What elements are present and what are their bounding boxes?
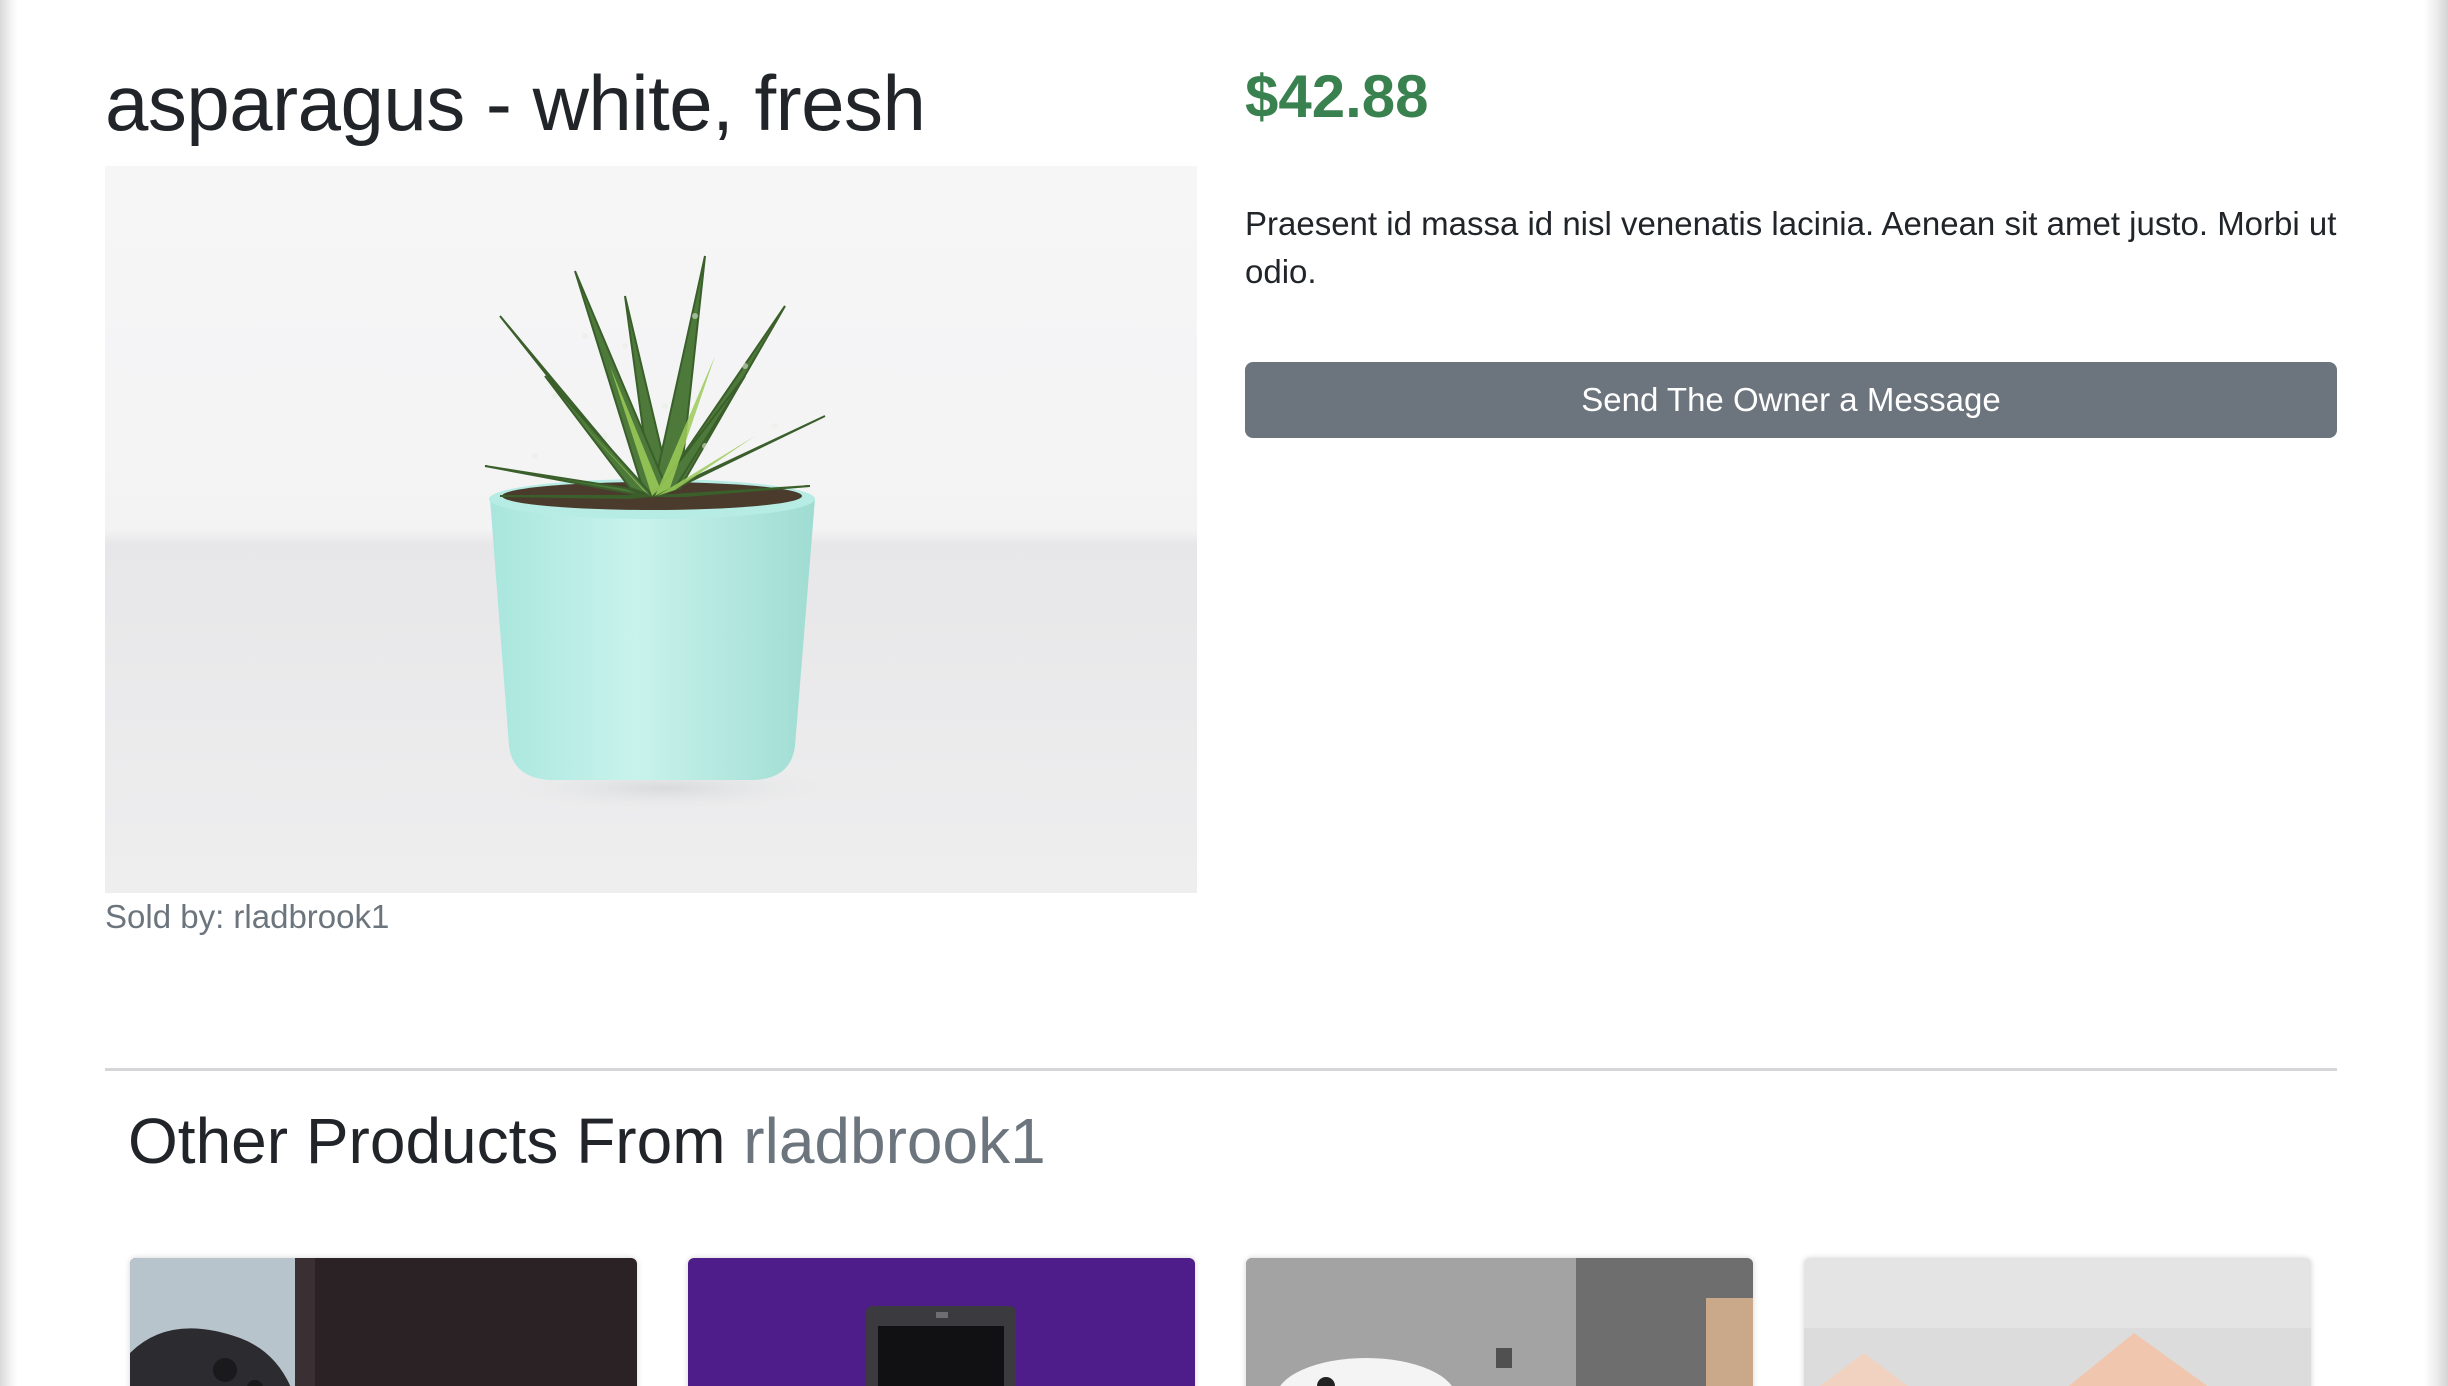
- send-message-button[interactable]: Send The Owner a Message: [1245, 362, 2337, 438]
- product-image: [105, 166, 1197, 893]
- other-products-heading-prefix: Other Products From: [128, 1105, 726, 1177]
- product-description: Praesent id massa id nisl venenatis laci…: [1245, 205, 2337, 290]
- product-price: $42.88: [1245, 63, 1429, 130]
- other-products-heading: Other Products From rladbrook1: [128, 1104, 1046, 1178]
- product-card-1[interactable]: [130, 1258, 637, 1386]
- sold-by-label: Sold by:: [105, 898, 225, 935]
- seller-name[interactable]: rladbrook1: [233, 898, 389, 935]
- product-page: asparagus - white, fresh Sold by: rladbr…: [0, 0, 2448, 1386]
- product-title: asparagus - white, fresh: [105, 59, 926, 147]
- right-edge-shadow: [2424, 0, 2448, 1386]
- sold-by-line: Sold by: rladbrook1: [105, 898, 389, 936]
- product-card-3[interactable]: [1246, 1258, 1753, 1386]
- product-card-4[interactable]: [1804, 1258, 2311, 1386]
- product-card-2[interactable]: [688, 1258, 1195, 1386]
- left-edge-shadow: [0, 0, 18, 1386]
- section-divider: [105, 1068, 2337, 1071]
- other-products-seller[interactable]: rladbrook1: [743, 1105, 1045, 1177]
